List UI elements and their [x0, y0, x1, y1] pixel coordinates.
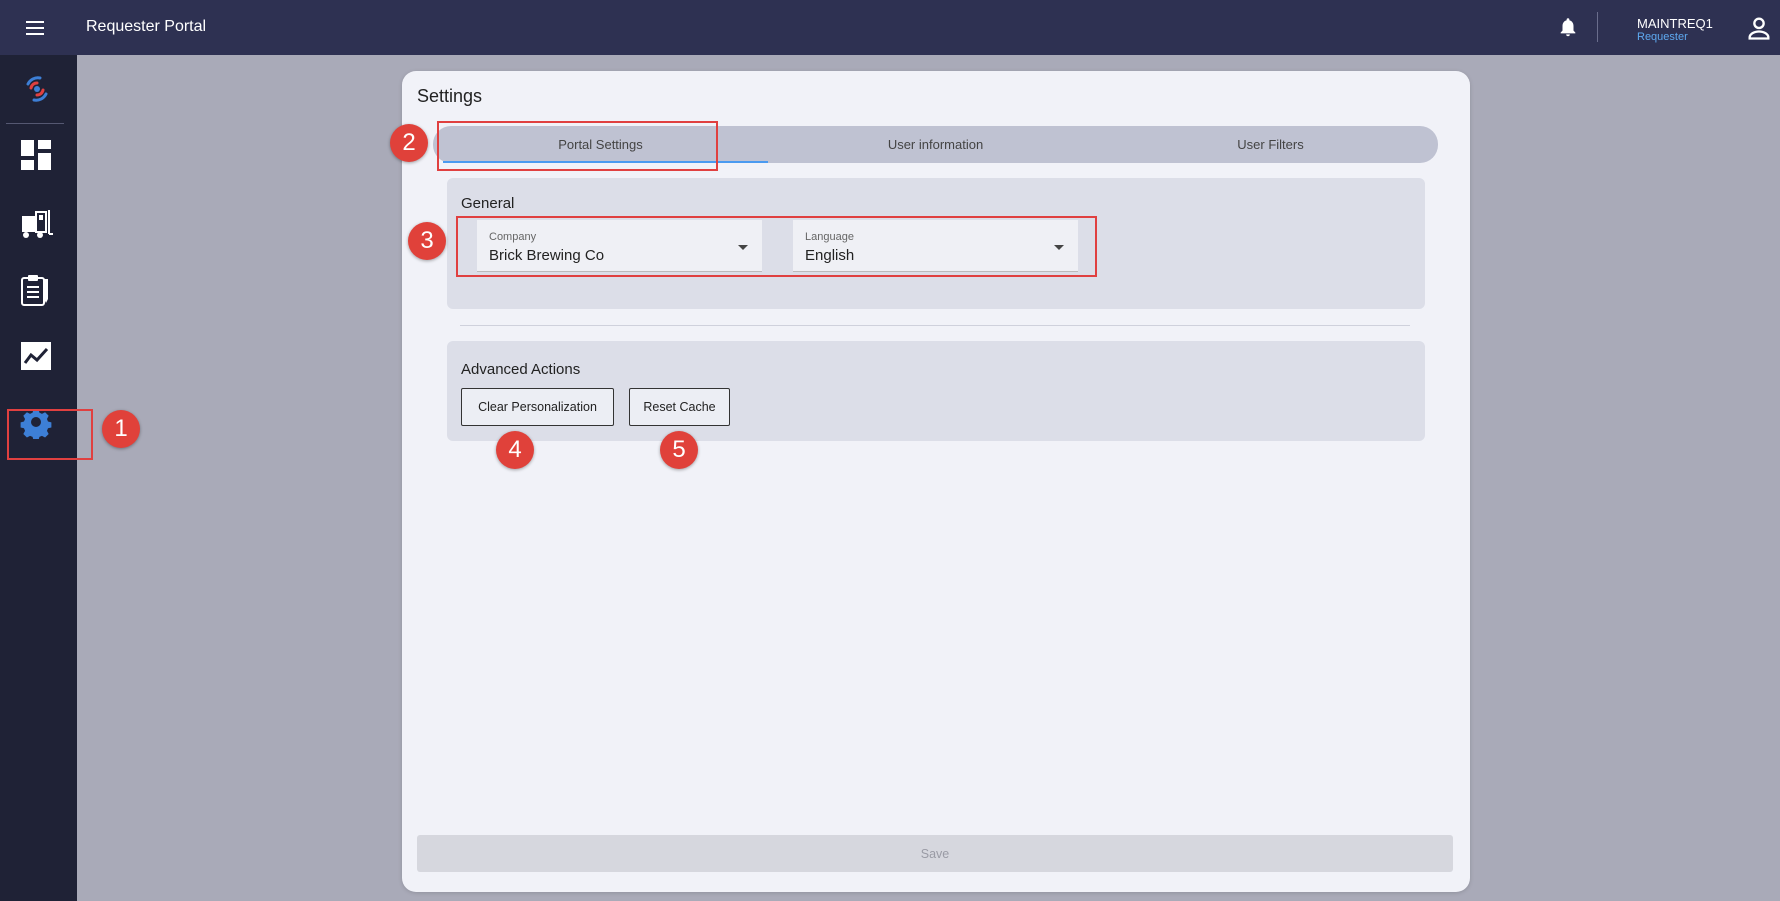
- callout-badge-5: 5: [660, 431, 698, 469]
- save-button[interactable]: Save: [417, 835, 1453, 872]
- menu-icon[interactable]: [26, 18, 48, 36]
- asset-truck-icon[interactable]: [19, 206, 53, 240]
- callout-badge-1: 1: [102, 410, 140, 448]
- notification-bell-icon[interactable]: [1557, 16, 1579, 38]
- header-divider: [1597, 12, 1598, 42]
- tab-user-information[interactable]: User information: [768, 126, 1103, 163]
- sidebar-separator: [6, 123, 64, 124]
- user-role: Requester: [1637, 31, 1688, 43]
- dashboard-icon[interactable]: [19, 138, 53, 172]
- user-account-icon[interactable]: [1745, 14, 1773, 42]
- reset-cache-button[interactable]: Reset Cache: [629, 388, 730, 426]
- clear-personalization-button[interactable]: Clear Personalization: [461, 388, 614, 426]
- tab-user-filters[interactable]: User Filters: [1103, 126, 1438, 163]
- section-divider: [460, 325, 1410, 326]
- callout-badge-2: 2: [390, 124, 428, 162]
- app-title: Requester Portal: [86, 18, 207, 35]
- sidebar: [0, 55, 77, 901]
- general-section-title: General: [461, 195, 515, 212]
- settings-callout-box: [7, 409, 93, 460]
- top-bar: Requester Portal MAINTREQ1 Requester: [0, 0, 1780, 55]
- tab-callout-box: [437, 121, 718, 171]
- clipboard-checklist-icon[interactable]: [19, 273, 53, 307]
- settings-card: Settings Portal Settings User informatio…: [402, 71, 1470, 892]
- page-title: Settings: [417, 86, 483, 106]
- callout-badge-3: 3: [408, 222, 446, 260]
- app-logo-icon[interactable]: [20, 72, 54, 106]
- callout-badge-4: 4: [496, 431, 534, 469]
- general-fields-callout-box: [456, 216, 1097, 277]
- trend-chart-icon[interactable]: [19, 339, 53, 373]
- user-name: MAINTREQ1: [1637, 16, 1713, 31]
- advanced-actions-title: Advanced Actions: [461, 361, 581, 378]
